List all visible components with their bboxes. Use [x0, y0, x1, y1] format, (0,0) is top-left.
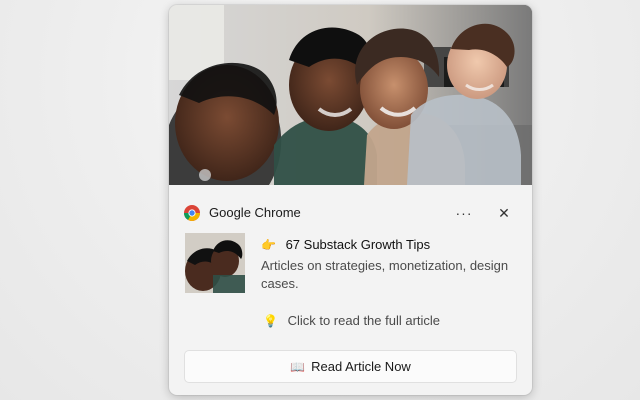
- pointing-hand-emoji: 👉: [261, 238, 276, 252]
- close-icon: ✕: [498, 204, 510, 221]
- read-article-button-label: Read Article Now: [311, 359, 411, 374]
- lightbulb-emoji: 💡: [263, 314, 278, 328]
- more-options-icon: ···: [455, 205, 473, 221]
- notification-header: Google Chrome ··· ✕: [169, 185, 532, 233]
- desktop-background: Google Chrome ··· ✕ 👉 67 Substack Growth…: [0, 0, 640, 400]
- book-emoji: 📖: [290, 359, 306, 374]
- notification-hint: 💡 Click to read the full article: [263, 313, 440, 329]
- app-name: Google Chrome: [209, 205, 301, 220]
- more-options-button[interactable]: ···: [450, 200, 478, 226]
- chrome-logo-icon: [184, 205, 200, 221]
- notification-title: 👉 67 Substack Growth Tips: [261, 237, 430, 253]
- read-article-button[interactable]: 📖 Read Article Now: [185, 351, 516, 382]
- notification-description: Articles on strategies, monetization, de…: [261, 258, 509, 291]
- notification-toast[interactable]: Google Chrome ··· ✕ 👉 67 Substack Growth…: [169, 5, 532, 395]
- thumbnail-image: [185, 233, 245, 293]
- notification-title-text: 67 Substack Growth Tips: [285, 237, 431, 252]
- hero-image: [169, 5, 532, 185]
- notification-hint-text: Click to read the full article: [287, 313, 441, 328]
- close-button[interactable]: ✕: [491, 200, 517, 226]
